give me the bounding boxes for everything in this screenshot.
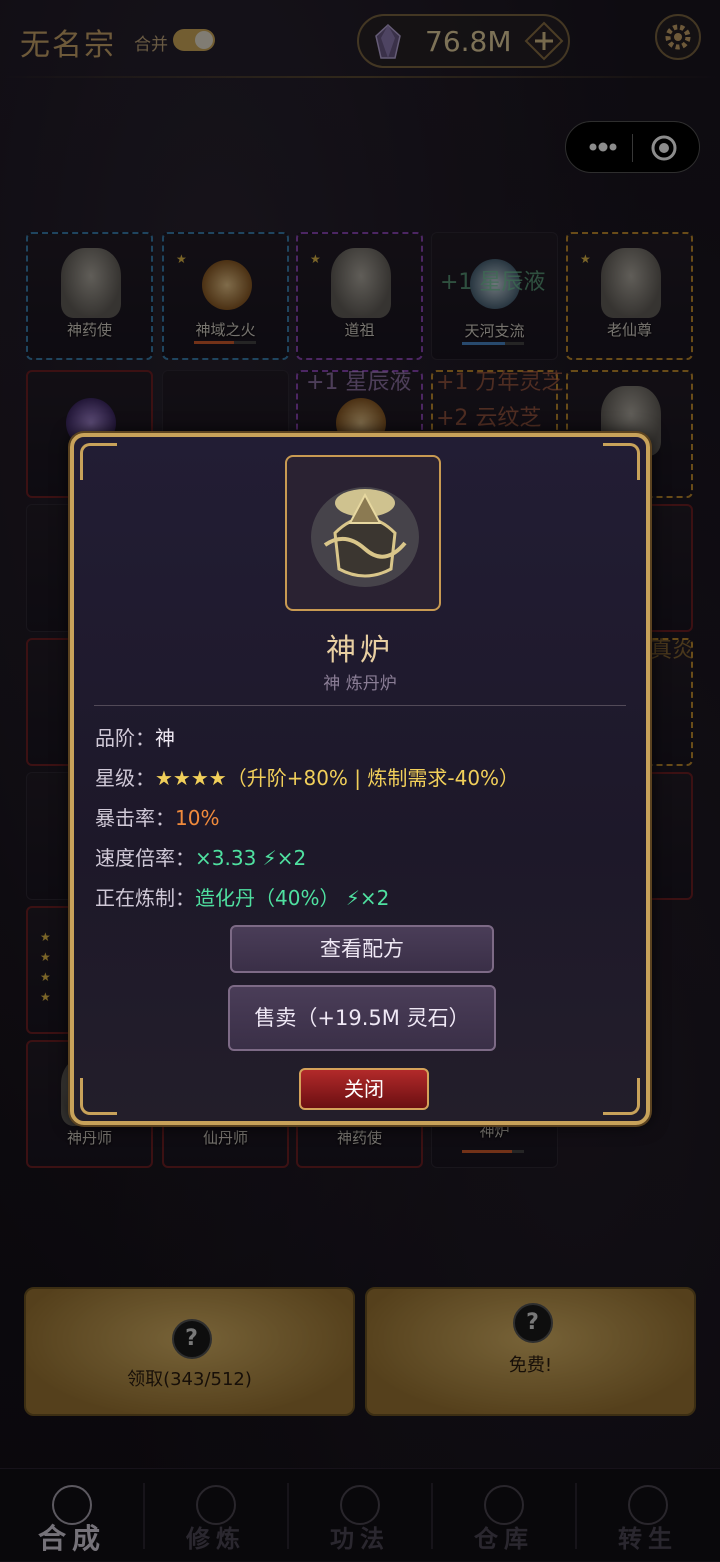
- stat-label: 暴击率：: [95, 806, 175, 830]
- stat-speed: 速度倍率：×3.33 ⚡×2: [95, 842, 306, 871]
- sell-button[interactable]: 售卖（+19.5M 灵石）: [228, 985, 496, 1051]
- item-image-frame: [285, 455, 441, 611]
- stat-grade: 品阶：神: [95, 722, 175, 751]
- stat-value: 神: [155, 726, 175, 750]
- stat-label: 星级：: [95, 766, 155, 790]
- star-rating-icon: ★★★★: [155, 766, 227, 790]
- close-button[interactable]: 关闭: [299, 1068, 429, 1110]
- lightning-boost: ⚡×2: [262, 846, 307, 870]
- stat-stars: 星级：★★★★（升阶+80% | 炼制需求-40%）: [95, 762, 519, 791]
- view-recipe-button[interactable]: 查看配方: [230, 925, 494, 973]
- stat-crafting: 正在炼制：造化丹（40%） ⚡×2: [95, 882, 389, 911]
- stat-label: 正在炼制：: [95, 886, 195, 910]
- stat-value: 10%: [175, 806, 220, 830]
- frame-corner: [603, 1078, 640, 1115]
- stat-label: 品阶：: [95, 726, 155, 750]
- item-name: 神炉: [326, 633, 394, 668]
- furnace-icon: [311, 487, 419, 587]
- frame-corner: [80, 1078, 117, 1115]
- stat-value: 造化丹（40%）: [195, 886, 340, 910]
- stat-value: （升阶+80% | 炼制需求-40%）: [226, 766, 520, 790]
- item-detail-modal: 神炉 神 炼丹炉 品阶：神 星级：★★★★（升阶+80% | 炼制需求-40%）…: [70, 433, 650, 1125]
- stat-label: 速度倍率：: [95, 846, 195, 870]
- stat-crit: 暴击率：10%: [95, 802, 219, 831]
- item-subtitle: 神 炼丹炉: [323, 674, 397, 694]
- frame-corner: [603, 443, 640, 480]
- lightning-boost: ⚡×2: [345, 886, 390, 910]
- stat-value: ×3.33: [195, 846, 257, 870]
- divider: [94, 705, 626, 706]
- frame-corner: [80, 443, 117, 480]
